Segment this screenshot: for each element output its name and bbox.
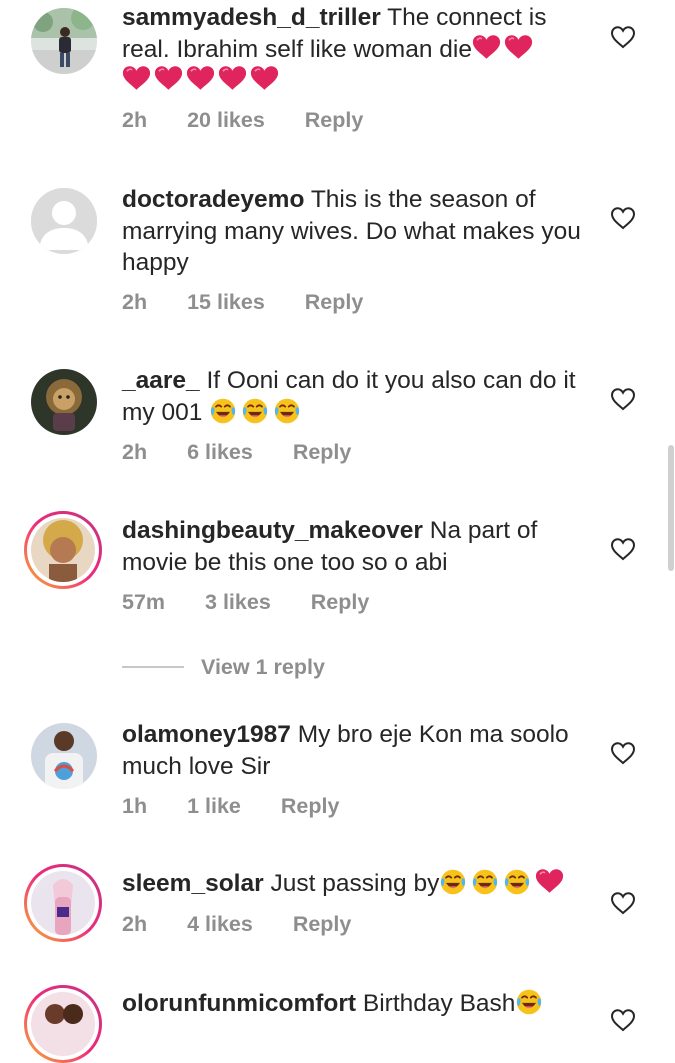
- woman-portrait-image: [31, 518, 95, 582]
- red-heart-icon: [218, 65, 247, 91]
- comment-username[interactable]: sammyadesh_d_triller: [122, 4, 381, 31]
- red-heart-icon: [122, 65, 151, 91]
- avatar-image: [31, 992, 95, 1056]
- avatar-image: [31, 8, 97, 74]
- comment-text: _aare_ If Ooni can do it you also can do…: [122, 365, 592, 428]
- like-heart-icon[interactable]: [610, 891, 636, 915]
- comment-text: sammyadesh_d_triller The connect is real…: [122, 2, 592, 97]
- couple-avatar-image: [31, 992, 95, 1056]
- comment-meta: 1h 1 like Reply: [122, 794, 373, 819]
- comment-meta: 2h 6 likes Reply: [122, 440, 385, 465]
- comment-time: 57m: [122, 590, 166, 614]
- scrollbar[interactable]: [668, 445, 674, 571]
- comment-text: dashingbeauty_makeover Na part of movie …: [122, 515, 592, 578]
- avatar-with-story-ring[interactable]: [24, 985, 102, 1063]
- view-replies-button[interactable]: View 1 reply: [122, 651, 325, 683]
- red-heart-icon: [504, 34, 533, 60]
- tears-of-joy-icon: [503, 868, 531, 896]
- reply-button[interactable]: Reply: [305, 108, 364, 132]
- comment-body: Birthday Bash: [362, 990, 516, 1017]
- red-heart-icon: [535, 868, 564, 894]
- reply-button[interactable]: Reply: [281, 794, 340, 818]
- tears-of-joy-icon: [439, 868, 467, 896]
- tears-of-joy-icon: [209, 397, 237, 425]
- tears-of-joy-icon: [471, 868, 499, 896]
- avatar[interactable]: [31, 723, 97, 789]
- man-avatar-image: [31, 723, 97, 789]
- comment-text: doctoradeyemo This is the season of marr…: [122, 184, 592, 279]
- comment-meta: 2h 4 likes Reply: [122, 912, 385, 937]
- avatar-with-story-ring[interactable]: [24, 511, 102, 589]
- comment-time: 2h: [122, 440, 148, 464]
- comment-meta: 2h 15 likes Reply: [122, 290, 397, 315]
- view-replies-label: View 1 reply: [201, 654, 325, 679]
- avatar-image: [31, 518, 95, 582]
- like-heart-icon[interactable]: [610, 537, 636, 561]
- like-heart-icon[interactable]: [610, 25, 636, 49]
- like-heart-icon[interactable]: [610, 741, 636, 765]
- comment-likes[interactable]: 6 likes: [187, 440, 253, 464]
- comment-username[interactable]: olorunfunmicomfort: [122, 990, 356, 1017]
- red-heart-icon: [472, 34, 501, 60]
- reply-button[interactable]: Reply: [305, 290, 364, 314]
- comment-time: 2h: [122, 912, 148, 936]
- comment-text: olamoney1987 My bro eje Kon ma soolo muc…: [122, 719, 592, 782]
- avatar-with-story-ring[interactable]: [24, 864, 102, 942]
- comment-likes[interactable]: 15 likes: [187, 290, 265, 314]
- comment-meta: 2h 20 likes Reply: [122, 108, 397, 133]
- comment-username[interactable]: olamoney1987: [122, 721, 291, 748]
- comment-username[interactable]: _aare_: [122, 367, 200, 394]
- comment-likes[interactable]: 4 likes: [187, 912, 253, 936]
- tears-of-joy-icon: [273, 397, 301, 425]
- comment-text: olorunfunmicomfort Birthday Bash: [122, 988, 592, 1020]
- avatar[interactable]: [31, 188, 97, 254]
- like-heart-icon[interactable]: [610, 1008, 636, 1032]
- comment-body: Just passing by: [270, 870, 440, 897]
- tears-of-joy-icon: [241, 397, 269, 425]
- comment-username[interactable]: dashingbeauty_makeover: [122, 517, 423, 544]
- lion-avatar-image: [31, 369, 97, 435]
- avatar[interactable]: [31, 369, 97, 435]
- default-profile-icon: [31, 188, 97, 254]
- like-heart-icon[interactable]: [610, 387, 636, 411]
- woman-avatar-image: [31, 871, 95, 935]
- red-heart-icon: [154, 65, 183, 91]
- comment-time: 1h: [122, 794, 148, 818]
- comment-meta: 57m 3 likes Reply: [122, 590, 403, 615]
- red-heart-icon: [186, 65, 215, 91]
- comment-username[interactable]: sleem_solar: [122, 870, 264, 897]
- comment-time: 2h: [122, 290, 148, 314]
- avatar-image: [31, 871, 95, 935]
- red-heart-icon: [250, 65, 279, 91]
- reply-button[interactable]: Reply: [293, 440, 352, 464]
- comment-text: sleem_solar Just passing by: [122, 868, 592, 900]
- avatar[interactable]: [31, 8, 97, 74]
- like-heart-icon[interactable]: [610, 206, 636, 230]
- reply-button[interactable]: Reply: [311, 590, 370, 614]
- divider-line: [122, 666, 184, 668]
- comment-likes[interactable]: 1 like: [187, 794, 241, 818]
- tears-of-joy-icon: [515, 988, 543, 1016]
- comment-likes[interactable]: 3 likes: [205, 590, 271, 614]
- reply-button[interactable]: Reply: [293, 912, 352, 936]
- comment-likes[interactable]: 20 likes: [187, 108, 265, 132]
- comment-time: 2h: [122, 108, 148, 132]
- comment-username[interactable]: doctoradeyemo: [122, 186, 304, 213]
